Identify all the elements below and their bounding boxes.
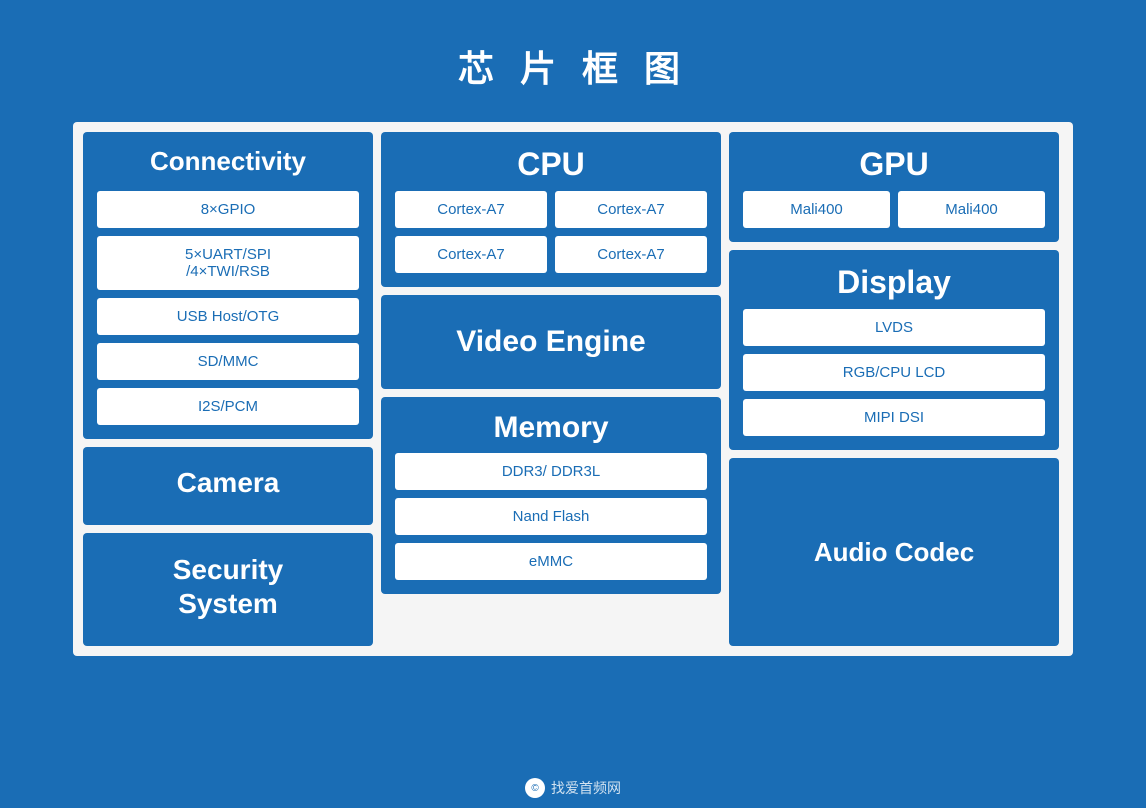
ddr3-box: DDR3/ DDR3L	[395, 453, 707, 490]
gpu-title: GPU	[743, 146, 1045, 183]
video-engine-title: Video Engine	[456, 325, 645, 359]
memory-block: Memory DDR3/ DDR3L Nand Flash eMMC	[381, 397, 721, 594]
main-container: Connectivity 8×GPIO 5×UART/SPI/4×TWI/RSB…	[73, 122, 1073, 656]
cpu-grid: Cortex-A7 Cortex-A7 Cortex-A7 Cortex-A7	[395, 191, 707, 273]
cpu-block: CPU Cortex-A7 Cortex-A7 Cortex-A7 Cortex…	[381, 132, 721, 287]
mali400-1: Mali400	[743, 191, 890, 228]
i2s-box: I2S/PCM	[97, 388, 359, 425]
connectivity-block: Connectivity 8×GPIO 5×UART/SPI/4×TWI/RSB…	[83, 132, 373, 439]
left-column: Connectivity 8×GPIO 5×UART/SPI/4×TWI/RSB…	[83, 132, 373, 646]
lvds-box: LVDS	[743, 309, 1045, 346]
watermark-text: 找爱首频网	[551, 778, 621, 798]
page-title: 芯 片 框 图	[0, 0, 1146, 122]
mipi-dsi-box: MIPI DSI	[743, 399, 1045, 436]
sdmmc-box: SD/MMC	[97, 343, 359, 380]
camera-block: Camera	[83, 447, 373, 525]
camera-title: Camera	[177, 467, 280, 499]
audio-codec-block: Audio Codec	[729, 458, 1059, 646]
cpu-title: CPU	[395, 146, 707, 183]
right-column: GPU Mali400 Mali400 Display LVDS RGB/CPU…	[729, 132, 1059, 646]
emmc-box: eMMC	[395, 543, 707, 580]
gpio-box: 8×GPIO	[97, 191, 359, 228]
connectivity-title: Connectivity	[97, 146, 359, 177]
middle-column: CPU Cortex-A7 Cortex-A7 Cortex-A7 Cortex…	[381, 132, 721, 646]
gpu-grid: Mali400 Mali400	[743, 191, 1045, 228]
watermark-icon: ©	[525, 778, 545, 798]
core-2: Cortex-A7	[555, 191, 707, 228]
display-title: Display	[743, 264, 1045, 301]
audio-codec-title: Audio Codec	[814, 537, 974, 568]
core-1: Cortex-A7	[395, 191, 547, 228]
core-4: Cortex-A7	[555, 236, 707, 273]
mali400-2: Mali400	[898, 191, 1045, 228]
uart-box: 5×UART/SPI/4×TWI/RSB	[97, 236, 359, 290]
nand-flash-box: Nand Flash	[395, 498, 707, 535]
memory-title: Memory	[395, 411, 707, 445]
display-block: Display LVDS RGB/CPU LCD MIPI DSI	[729, 250, 1059, 450]
rgb-lcd-box: RGB/CPU LCD	[743, 354, 1045, 391]
core-3: Cortex-A7	[395, 236, 547, 273]
video-engine-block: Video Engine	[381, 295, 721, 389]
watermark: © 找爱首频网	[525, 778, 621, 798]
security-title: SecuritySystem	[173, 553, 284, 620]
gpu-block: GPU Mali400 Mali400	[729, 132, 1059, 242]
usb-box: USB Host/OTG	[97, 298, 359, 335]
security-block: SecuritySystem	[83, 533, 373, 646]
